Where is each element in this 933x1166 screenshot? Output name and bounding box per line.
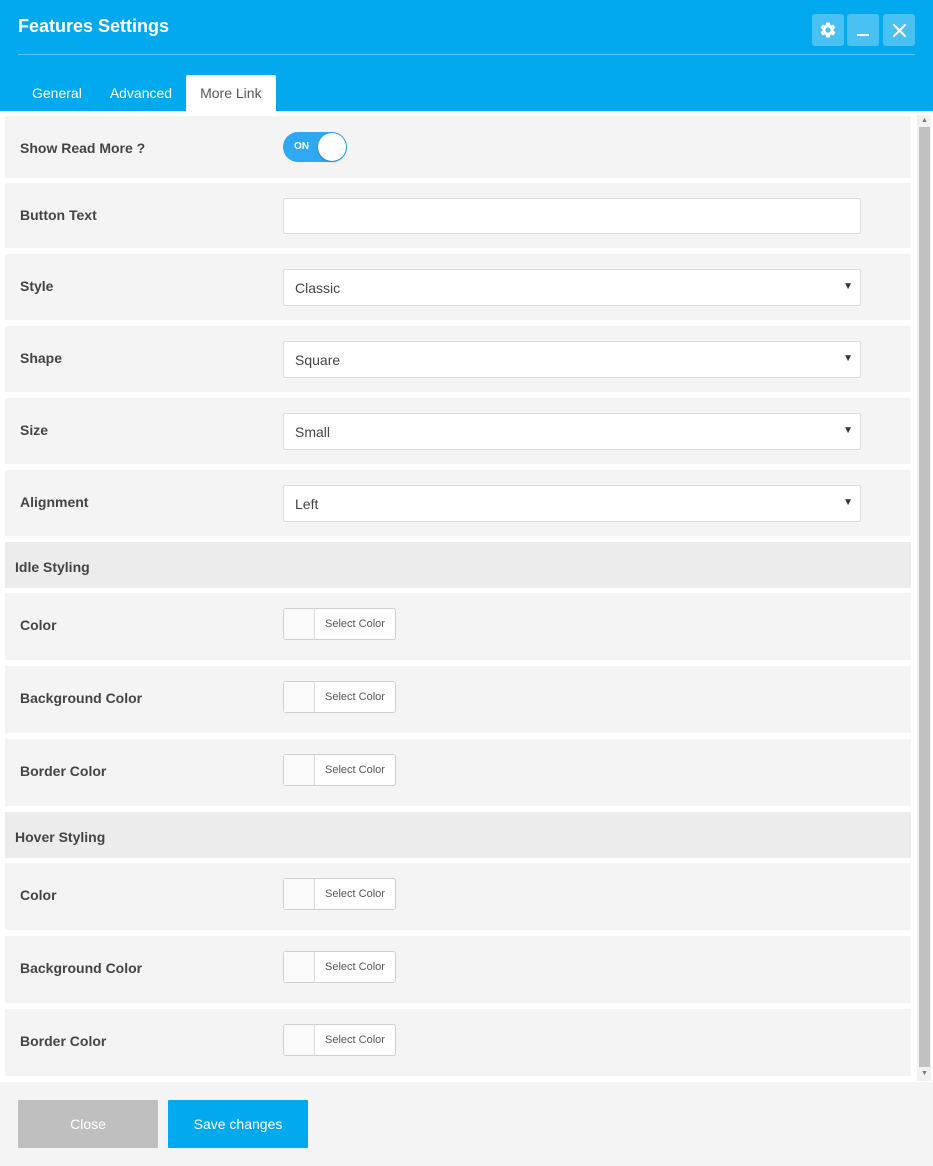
button-text-input[interactable] — [283, 198, 861, 234]
minimize-button[interactable] — [847, 14, 879, 46]
color-swatch — [284, 1025, 315, 1055]
hover-border-color-row: Border Color Select Color — [5, 1009, 911, 1076]
dropdown-arrow-icon: ▼ — [843, 281, 853, 292]
idle-border-color-label: Border Color — [20, 763, 107, 779]
idle-border-color-picker[interactable]: Select Color — [283, 754, 396, 786]
gear-icon — [820, 22, 836, 38]
alignment-label: Alignment — [20, 494, 89, 510]
alignment-row: Alignment Left ▼ — [5, 470, 911, 536]
hover-background-color-label: Background Color — [20, 960, 143, 976]
settings-button[interactable] — [812, 14, 844, 46]
idle-styling-header: Idle Styling — [5, 542, 911, 588]
idle-background-color-label: Background Color — [20, 690, 143, 706]
alignment-selected-value: Left — [295, 496, 319, 512]
idle-color-label: Color — [20, 617, 57, 633]
header-divider — [18, 54, 915, 55]
dropdown-arrow-icon: ▼ — [843, 497, 853, 508]
hover-styling-title: Hover Styling — [15, 829, 106, 845]
show-read-more-row: Show Read More ? ON — [5, 116, 911, 178]
hover-color-label: Color — [20, 887, 57, 903]
idle-color-row: Color Select Color — [5, 593, 911, 660]
tab-advanced[interactable]: Advanced — [96, 75, 186, 111]
color-swatch — [284, 879, 315, 909]
select-color-label: Select Color — [325, 1034, 385, 1046]
hover-styling-header: Hover Styling — [5, 812, 911, 858]
close-icon — [892, 23, 906, 37]
shape-row: Shape Square ▼ — [5, 326, 911, 392]
style-selected-value: Classic — [295, 280, 341, 296]
hover-background-color-row: Background Color Select Color — [5, 936, 911, 1003]
color-swatch — [284, 682, 315, 712]
dialog-header: Features Settings General Advanced More … — [0, 0, 933, 111]
idle-styling-title: Idle Styling — [15, 559, 90, 575]
tab-bar: General Advanced More Link — [18, 75, 276, 111]
toggle-knob — [318, 133, 346, 161]
dropdown-arrow-icon: ▼ — [843, 353, 853, 364]
show-read-more-toggle[interactable]: ON — [283, 132, 347, 162]
select-color-label: Select Color — [325, 888, 385, 900]
close-button[interactable]: Close — [18, 1100, 158, 1148]
hover-background-color-picker[interactable]: Select Color — [283, 951, 396, 983]
dialog-title: Features Settings — [18, 16, 170, 36]
shape-label: Shape — [20, 350, 63, 366]
idle-background-color-row: Background Color Select Color — [5, 666, 911, 733]
hover-color-row: Color Select Color — [5, 863, 911, 930]
shape-select[interactable]: Square ▼ — [283, 341, 861, 378]
style-row: Style Classic ▼ — [5, 254, 911, 320]
save-changes-button[interactable]: Save changes — [168, 1100, 308, 1148]
select-color-label: Select Color — [325, 691, 385, 703]
style-select[interactable]: Classic ▼ — [283, 269, 861, 306]
color-swatch — [284, 755, 315, 785]
scroll-down-arrow-icon[interactable]: ▼ — [919, 1069, 930, 1079]
hover-color-picker[interactable]: Select Color — [283, 878, 396, 910]
idle-border-color-row: Border Color Select Color — [5, 739, 911, 806]
select-color-label: Select Color — [325, 961, 385, 973]
color-swatch — [284, 952, 315, 982]
size-selected-value: Small — [295, 424, 331, 440]
select-color-label: Select Color — [325, 764, 385, 776]
show-read-more-label: Show Read More ? — [20, 140, 146, 156]
settings-panel: Show Read More ? ON Button Text Style Cl… — [0, 111, 933, 1082]
size-select[interactable]: Small ▼ — [283, 413, 861, 450]
dialog-footer: Close Save changes — [0, 1082, 933, 1166]
size-label: Size — [20, 422, 49, 438]
color-swatch — [284, 609, 315, 639]
size-row: Size Small ▼ — [5, 398, 911, 464]
idle-color-picker[interactable]: Select Color — [283, 608, 396, 640]
scrollbar-thumb[interactable] — [919, 127, 930, 1067]
button-text-row: Button Text — [5, 183, 911, 248]
button-text-label: Button Text — [20, 207, 97, 223]
hover-border-color-picker[interactable]: Select Color — [283, 1024, 396, 1056]
dropdown-arrow-icon: ▼ — [843, 425, 853, 436]
shape-selected-value: Square — [295, 352, 341, 368]
scroll-up-arrow-icon[interactable]: ▲ — [919, 116, 930, 126]
alignment-select[interactable]: Left ▼ — [283, 485, 861, 522]
hover-border-color-label: Border Color — [20, 1033, 107, 1049]
select-color-label: Select Color — [325, 618, 385, 630]
tab-more-link[interactable]: More Link — [186, 75, 276, 111]
toggle-state-text: ON — [294, 141, 309, 152]
idle-background-color-picker[interactable]: Select Color — [283, 681, 396, 713]
tab-general[interactable]: General — [18, 75, 96, 111]
close-window-button[interactable] — [883, 14, 915, 46]
style-label: Style — [20, 278, 54, 294]
minimize-icon — [857, 34, 869, 36]
